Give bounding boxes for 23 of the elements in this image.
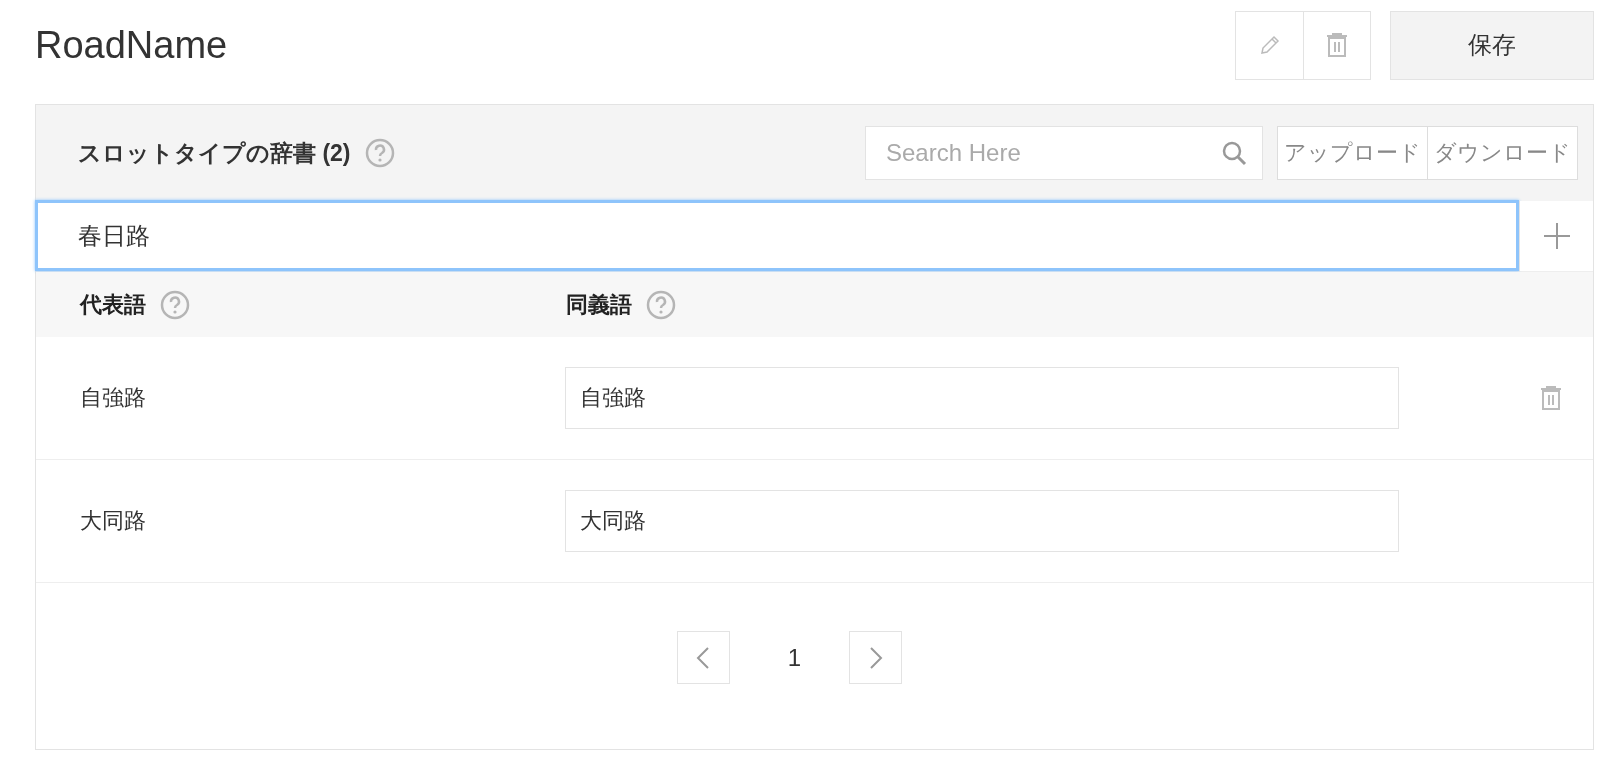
help-icon[interactable] (160, 289, 190, 320)
trash-icon (1539, 385, 1563, 411)
chevron-right-icon (868, 645, 883, 670)
previous-page-button[interactable] (676, 631, 730, 684)
help-icon[interactable] (646, 289, 676, 320)
table-cell-text: 自強路 (80, 384, 147, 412)
next-page-button[interactable] (849, 631, 903, 684)
synonym-input-field[interactable]: 大同路 (565, 490, 1399, 552)
section-heading: スロットタイプの辞書 (2) (78, 138, 351, 168)
synonym-input-field[interactable]: 自強路 (565, 367, 1399, 429)
table-cell-text: 大同路 (80, 507, 147, 535)
trash-icon (1325, 32, 1349, 58)
page-title: RoadName (35, 23, 229, 67)
save-button[interactable]: 保存 (1390, 10, 1594, 80)
column-header: 同義語 (566, 290, 632, 319)
help-icon[interactable] (364, 138, 395, 168)
page-number[interactable]: 1 (787, 643, 802, 672)
column-header: 代表語 (80, 290, 146, 319)
search-icon[interactable] (1221, 140, 1247, 166)
search-field[interactable]: Search Here (865, 126, 1263, 180)
plus-icon (1541, 221, 1572, 251)
chevron-left-icon (696, 645, 711, 670)
entry-input-field[interactable]: 春日路 (35, 200, 1519, 271)
